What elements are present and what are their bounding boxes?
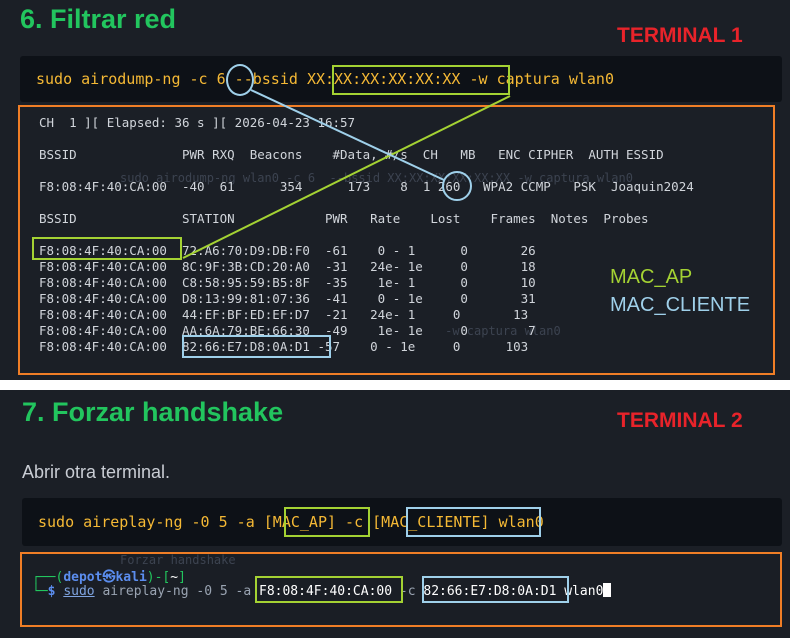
bssid-highlight-box — [332, 65, 510, 95]
instruction-text: Abrir otra terminal. — [22, 462, 171, 482]
mac-client-placeholder-box — [406, 507, 541, 537]
mac-client-highlight-box — [182, 335, 331, 358]
ap-table-header: BSSID PWR RXQ Beacons #Data, #/s CH MB E… — [39, 147, 664, 162]
mac-ap-placeholder-box — [284, 507, 370, 537]
station-row: F8:08:4F:40:CA:00 D8:13:99:81:07:36 -41 … — [39, 291, 536, 306]
station-row: F8:08:4F:40:CA:00 8C:9F:3B:CD:20:A0 -31 … — [39, 259, 536, 274]
station-row: F8:08:4F:40:CA:00 C8:58:95:59:B5:8F -35 … — [39, 275, 536, 290]
channel-value: 6 — [216, 70, 226, 88]
typed-mac-ap-box — [255, 576, 403, 603]
mac-ap-highlight-box — [32, 237, 182, 260]
station-table-header: BSSID STATION PWR Rate Lost Frames Notes… — [39, 211, 649, 226]
section-title-filter: 6. Filtrar red — [20, 4, 177, 34]
station-row: F8:08:4F:40:CA:00 44:EF:BF:ED:EF:D7 -21 … — [39, 307, 529, 322]
ap-channel-highlight-circle — [442, 171, 472, 201]
status-line: CH 1 ][ Elapsed: 36 s ][ 2026-04-23 16:5… — [39, 115, 356, 130]
aireplay-command-box[interactable]: sudo aireplay-ng -0 5 -a [MAC_AP] -c [MA… — [22, 498, 782, 546]
ghost-text-3: Forzar handshake — [120, 553, 236, 567]
terminal-1-label: TERMINAL 1 — [617, 24, 743, 47]
channel-highlight-circle — [226, 64, 254, 96]
terminal-cursor — [603, 583, 612, 597]
section-title-handshake: 7. Forzar handshake — [22, 397, 284, 427]
typed-sudo: sudo — [63, 584, 95, 599]
ap-table-row: F8:08:4F:40:CA:00 -40 61 354 173 8 1 260… — [39, 179, 694, 194]
terminal-2-label: TERMINAL 2 — [617, 409, 743, 432]
legend-mac-client: MAC_CLIENTE — [610, 294, 751, 316]
airodump-command: sudo airodump-ng -c 6 --bssid XX:XX:XX:X… — [36, 70, 614, 88]
typed-mac-client-box — [422, 576, 569, 603]
legend-mac-ap: MAC_AP — [610, 266, 693, 288]
